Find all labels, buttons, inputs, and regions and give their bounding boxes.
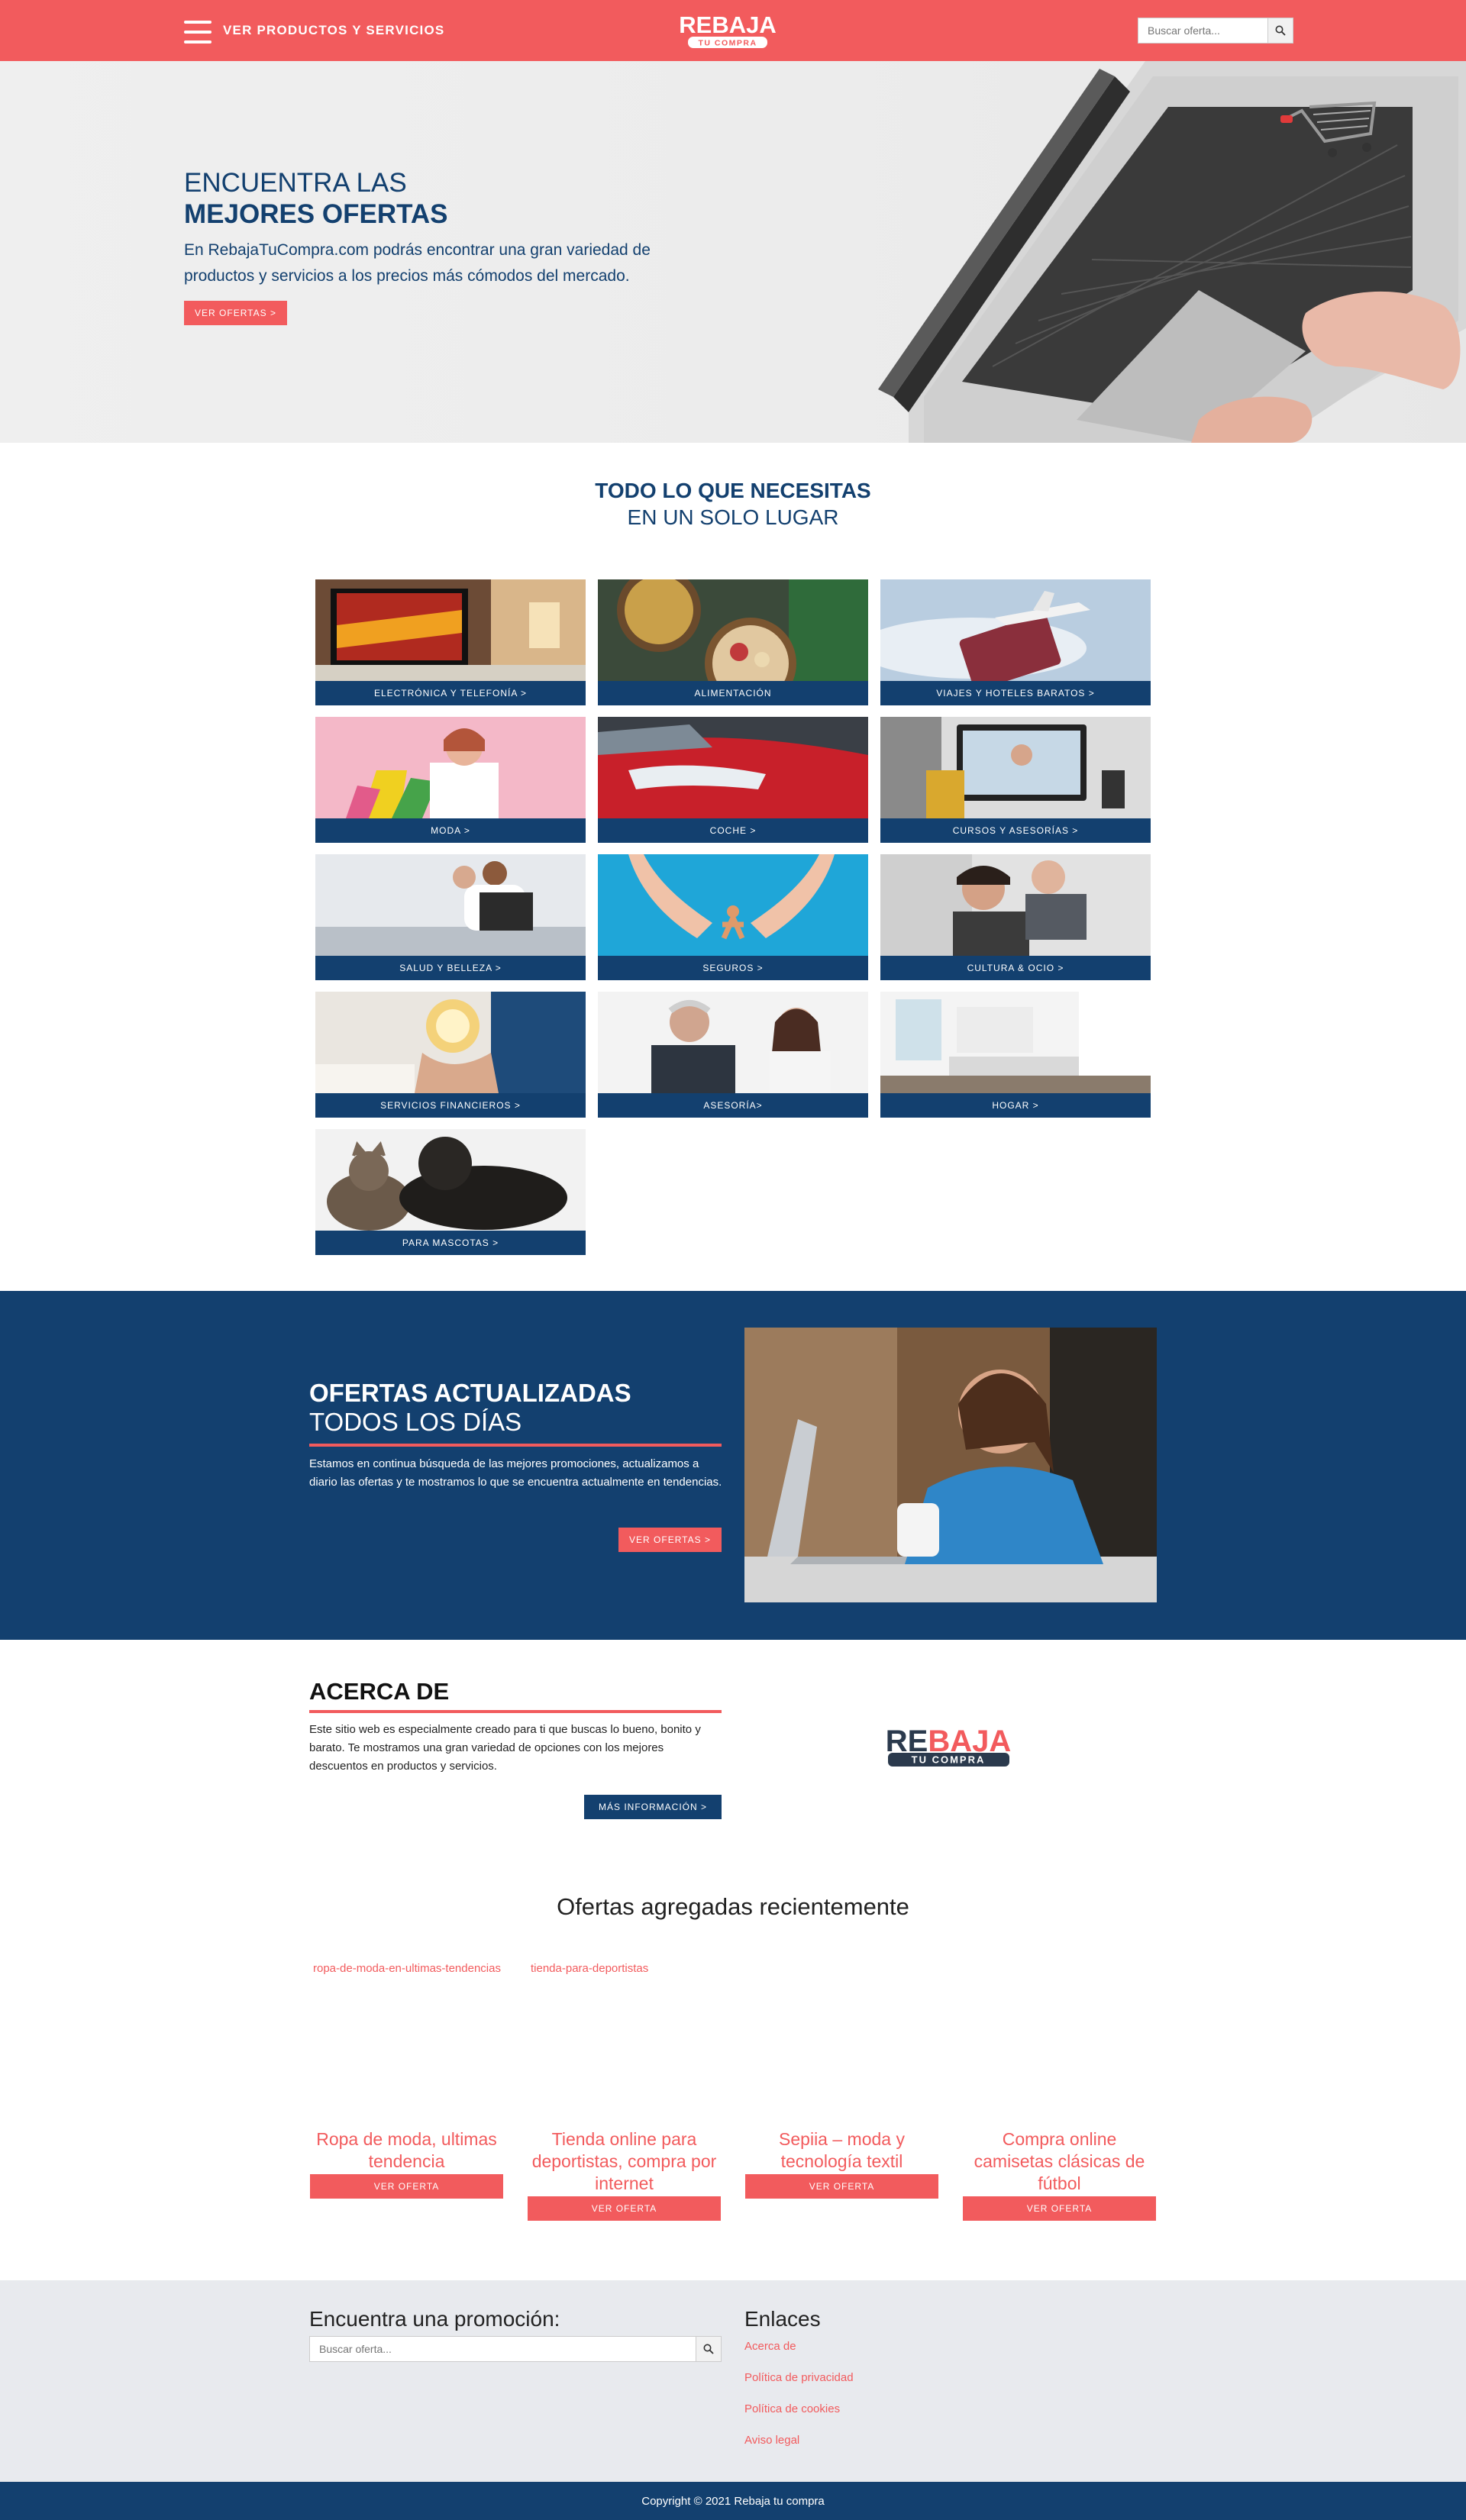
view-offer-button[interactable]: VER OFERTA [745,2174,938,2199]
category-label: SEGUROS > [598,956,868,980]
updated-offers-title-line1: OFERTAS ACTUALIZADAS [309,1379,631,1407]
woman-laptop-image [744,1328,1157,1602]
category-electronics[interactable]: ELECTRÓNICA Y TELEFONÍA > [315,579,586,705]
offer-card: Sepiia – moda y tecnología textil VER OF… [745,2128,938,2199]
health-image [315,854,586,956]
category-courses[interactable]: CURSOS Y ASESORÍAS > [880,717,1151,843]
offer-title[interactable]: Compra online camisetas clásicas de fútb… [963,2128,1156,2195]
insurance-image [598,854,868,956]
copyright-bar: Copyright © 2021 Rebaja tu compra [0,2482,1466,2520]
view-offer-button[interactable]: VER OFERTA [528,2196,721,2221]
offer-title[interactable]: Sepiia – moda y tecnología textil [745,2128,938,2173]
footer-link-legal[interactable]: Aviso legal [744,2433,854,2448]
hero-offers-button[interactable]: VER OFERTAS > [184,301,287,325]
hero-title-line2: MEJORES OFERTAS [184,199,448,229]
category-label: ASESORÍA> [598,1093,868,1118]
culture-image [880,854,1151,956]
recent-offers-title: Ofertas agregadas recientemente [557,1893,909,1920]
category-label: CURSOS Y ASESORÍAS > [880,818,1151,843]
courses-image [880,717,1151,818]
offer-card: Ropa de moda, ultimas tendencia VER OFER… [310,2128,503,2199]
category-label: ALIMENTACIÓN [598,681,868,705]
car-image [598,717,868,818]
top-navbar: VER PRODUCTOS Y SERVICIOS REBAJA TU COMP… [0,0,1466,61]
footer-search-input[interactable] [309,2336,696,2362]
updated-offers-description: Estamos en continua búsqueda de las mejo… [309,1457,722,1489]
updated-offers-title-line2: TODOS LOS DÍAS [309,1408,522,1436]
search-icon[interactable] [696,2336,722,2362]
category-finance[interactable]: SERVICIOS FINANCIEROS > [315,992,586,1118]
footer-links: Acerca de Política de privacidad Polític… [744,2339,854,2464]
category-label: MODA > [315,818,586,843]
category-culture[interactable]: CULTURA & OCIO > [880,854,1151,980]
category-fashion[interactable]: MODA > [315,717,586,843]
header-search-input[interactable] [1138,18,1267,44]
travel-image [880,579,1151,681]
food-image [598,579,868,681]
divider [309,1710,722,1713]
category-advisory[interactable]: ASESORÍA> [598,992,868,1118]
offer-title[interactable]: Ropa de moda, ultimas tendencia [310,2128,503,2173]
header-search [1138,18,1293,44]
category-pets[interactable]: PARA MASCOTAS > [315,1129,586,1255]
updated-offers-section: OFERTAS ACTUALIZADAS TODOS LOS DÍAS Esta… [0,1291,1466,1640]
about-title: ACERCA DE [309,1678,450,1705]
category-label: ELECTRÓNICA Y TELEFONÍA > [315,681,586,705]
more-info-button[interactable]: MÁS INFORMACIÓN > [584,1795,722,1819]
pets-image [315,1129,586,1231]
divider [309,1444,722,1447]
category-label: COCHE > [598,818,868,843]
svg-text:TU COMPRA: TU COMPRA [912,1754,986,1766]
category-label: PARA MASCOTAS > [315,1231,586,1255]
category-insurance[interactable]: SEGUROS > [598,854,868,980]
about-description: Este sitio web es especialmente creado p… [309,1723,701,1773]
hero-laptop-image [878,61,1466,443]
offer-title[interactable]: Tienda online para deportistas, compra p… [528,2128,721,2195]
electronics-image [315,579,586,681]
footer-link-cookies[interactable]: Política de cookies [744,2402,854,2417]
hero-banner: ENCUENTRA LAS MEJORES OFERTAS En RebajaT… [0,61,1466,443]
finance-image [315,992,586,1093]
footer-search [309,2336,722,2362]
logo-text: REBAJA [679,11,776,38]
menu-label[interactable]: VER PRODUCTOS Y SERVICIOS [223,23,444,38]
logo-subtext: TU COMPRA [698,39,757,48]
broken-image-alt[interactable]: ropa-de-moda-en-ultimas-tendencias [313,1962,501,1979]
hero-title-line1: ENCUENTRA LAS [184,168,407,198]
category-health[interactable]: SALUD Y BELLEZA > [315,854,586,980]
categories-title-line2: EN UN SOLO LUGAR [627,505,839,529]
footer-link-privacy[interactable]: Política de privacidad [744,2370,854,2386]
home-image [880,992,1151,1093]
fashion-image [315,717,586,818]
category-label: CULTURA & OCIO > [880,956,1151,980]
category-label: VIAJES Y HOTELES BARATOS > [880,681,1151,705]
offer-card: Compra online camisetas clásicas de fútb… [963,2128,1156,2221]
offer-card: Tienda online para deportistas, compra p… [528,2128,721,2221]
category-travel[interactable]: VIAJES Y HOTELES BARATOS > [880,579,1151,705]
brand-logo: REBAJA TU COMPRA [886,1725,1011,1767]
footer-search-title: Encuentra una promoción: [309,2307,560,2331]
category-car[interactable]: COCHE > [598,717,868,843]
footer-links-title: Enlaces [744,2307,821,2331]
footer-link-about[interactable]: Acerca de [744,2339,854,2354]
view-offer-button[interactable]: VER OFERTA [310,2174,503,2199]
category-label: HOGAR > [880,1093,1151,1118]
hero-description: En RebajaTuCompra.com podrás encontrar u… [184,241,651,285]
category-label: SERVICIOS FINANCIEROS > [315,1093,586,1118]
search-icon[interactable] [1267,18,1293,44]
site-logo[interactable]: REBAJA TU COMPRA [674,8,781,51]
broken-image-alt[interactable]: tienda-para-deportistas [531,1962,718,1979]
category-food[interactable]: ALIMENTACIÓN [598,579,868,705]
footer: Encuentra una promoción: Enlaces Acerca … [0,2280,1466,2482]
menu-icon[interactable] [184,21,212,44]
categories-title-line1: TODO LO QUE NECESITAS [595,479,871,502]
category-label: SALUD Y BELLEZA > [315,956,586,980]
advisory-image [598,992,868,1093]
updated-offers-button[interactable]: VER OFERTAS > [618,1528,722,1552]
view-offer-button[interactable]: VER OFERTA [963,2196,1156,2221]
category-home[interactable]: HOGAR > [880,992,1151,1118]
